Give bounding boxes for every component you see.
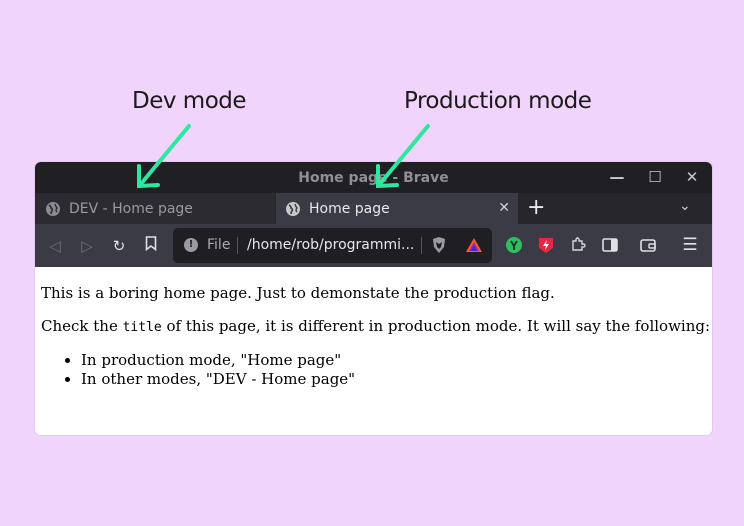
close-icon[interactable]: ✕ [681, 166, 703, 188]
globe-icon [46, 201, 60, 216]
divider [421, 237, 422, 254]
list-item: In production mode, "Home page" [81, 351, 355, 370]
divider [237, 237, 238, 254]
production-mode-annotation: Production mode [404, 88, 592, 114]
browser-window: Home page - Brave — ☐ ✕ DEV - Home page … [35, 162, 712, 435]
paragraph-title-note: Check the title of this page, it is diff… [41, 317, 710, 335]
tab-label: DEV - Home page [69, 200, 193, 217]
vpn-icon[interactable] [505, 236, 523, 254]
puzzle-icon[interactable] [569, 236, 587, 254]
bookmark-icon[interactable] [141, 236, 161, 256]
reload-icon[interactable]: ↻ [109, 236, 129, 256]
text-segment: of this page, it is different in product… [161, 317, 711, 335]
minimize-icon[interactable]: — [606, 166, 628, 188]
paragraph-intro: This is a boring home page. Just to demo… [41, 284, 555, 302]
info-icon[interactable]: ! [184, 238, 198, 252]
inline-code-title: title [122, 320, 162, 335]
url-scheme: File [207, 237, 231, 253]
title-bar: Home page - Brave — ☐ ✕ [35, 162, 712, 193]
tab-close-icon[interactable]: ✕ [498, 200, 510, 216]
text-segment: Check the [41, 317, 123, 335]
chevron-down-icon[interactable]: ⌄ [679, 198, 691, 214]
dev-mode-annotation: Dev mode [132, 88, 247, 114]
tab-dev-home-page[interactable]: DEV - Home page [35, 193, 275, 224]
title-list: In production mode, "Home page" In other… [41, 351, 355, 389]
red-extension-icon[interactable] [537, 236, 555, 254]
maximize-icon[interactable]: ☐ [644, 166, 666, 188]
address-bar[interactable]: ! File /home/rob/programmi... [173, 228, 492, 263]
back-icon[interactable]: ◁ [45, 236, 65, 256]
new-tab-button[interactable]: + [527, 196, 545, 220]
forward-icon[interactable]: ▷ [77, 236, 97, 256]
toolbar: ◁ ▷ ↻ ! File /home/rob/programmi... ☰ [35, 224, 712, 267]
wallet-icon[interactable] [639, 236, 657, 254]
page-content: This is a boring home page. Just to demo… [35, 267, 712, 435]
tab-home-page[interactable]: Home page ✕ [276, 193, 518, 224]
list-item: In other modes, "DEV - Home page" [81, 370, 355, 389]
hamburger-menu-icon[interactable]: ☰ [681, 236, 699, 254]
tab-label: Home page [309, 200, 390, 217]
url-text[interactable]: /home/rob/programmi... [247, 237, 415, 253]
brave-rewards-icon[interactable] [465, 237, 483, 253]
globe-icon [286, 201, 300, 216]
tab-strip: DEV - Home page Home page ✕ + ⌄ [35, 193, 712, 224]
brave-shield-icon[interactable] [431, 236, 447, 254]
sidebar-icon[interactable] [601, 236, 619, 254]
